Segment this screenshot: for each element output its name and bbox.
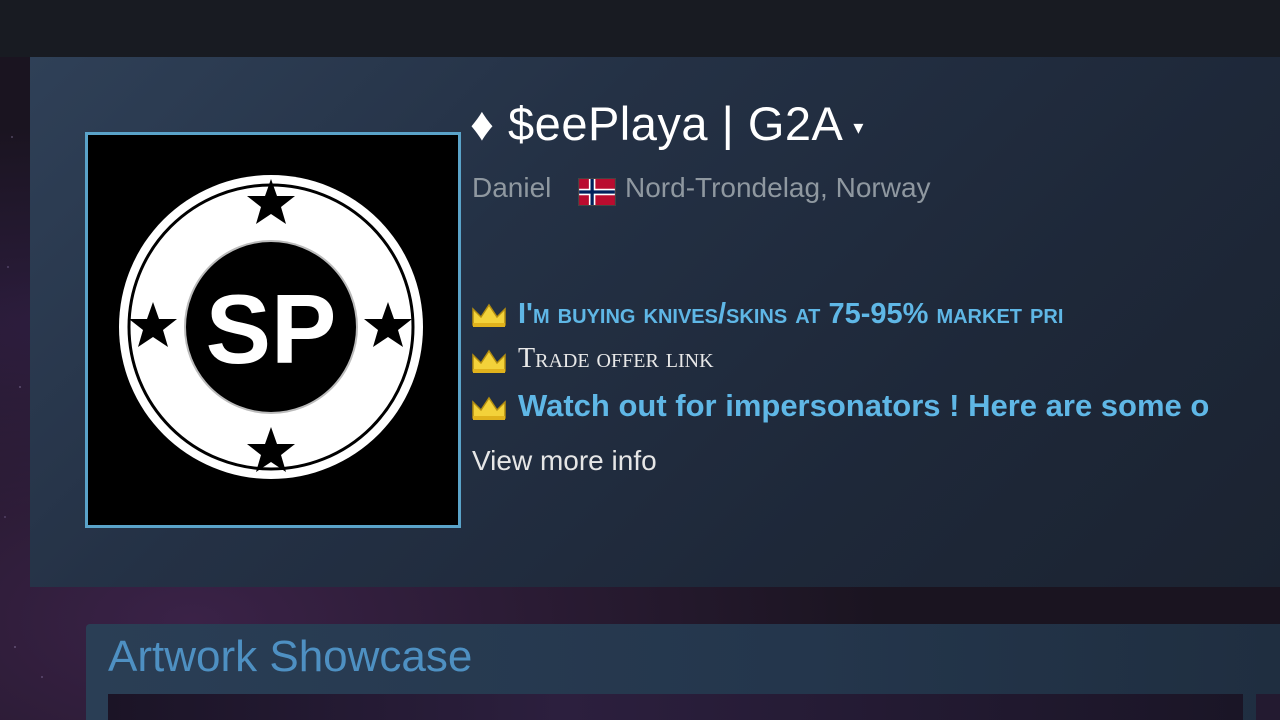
summary-line-buying: I'm buying knives/skins at 75-95% market… <box>470 298 1063 331</box>
view-more-info-link[interactable]: View more info <box>472 445 657 477</box>
real-name: Daniel <box>472 172 552 203</box>
avatar-text: SP <box>206 274 337 384</box>
avatar-logo: SP <box>119 175 423 479</box>
crown-icon <box>472 396 506 420</box>
persona-name[interactable]: ♦ $eePlaya | G2A ▾ <box>470 96 864 151</box>
showcase-title: Artwork Showcase <box>108 632 473 681</box>
crown-icon <box>472 349 506 373</box>
artwork-image[interactable] <box>108 694 1243 720</box>
location: Nord-Trondelag, Norway <box>625 172 931 203</box>
artwork-image-secondary[interactable] <box>1256 694 1280 720</box>
summary-text-buying: I'm buying knives/skins at 75-95% market… <box>518 298 1064 330</box>
crown-icon <box>472 303 506 328</box>
artwork-showcase: Artwork Showcase <box>86 624 1280 720</box>
summary-line-trade-link[interactable]: Trade offer link <box>470 343 714 375</box>
top-nav-bar <box>0 0 1280 57</box>
summary-text-impersonators: Watch out for impersonators ! Here are s… <box>518 388 1210 423</box>
summary-line-impersonators: Watch out for impersonators ! Here are s… <box>470 388 1209 424</box>
avatar[interactable]: SP <box>85 132 461 528</box>
trade-offer-link[interactable]: Trade offer link <box>518 343 714 374</box>
norway-flag-icon <box>578 178 616 206</box>
chevron-down-icon[interactable]: ▾ <box>853 117 864 139</box>
persona-name-text: ♦ $eePlaya | G2A <box>470 97 844 150</box>
